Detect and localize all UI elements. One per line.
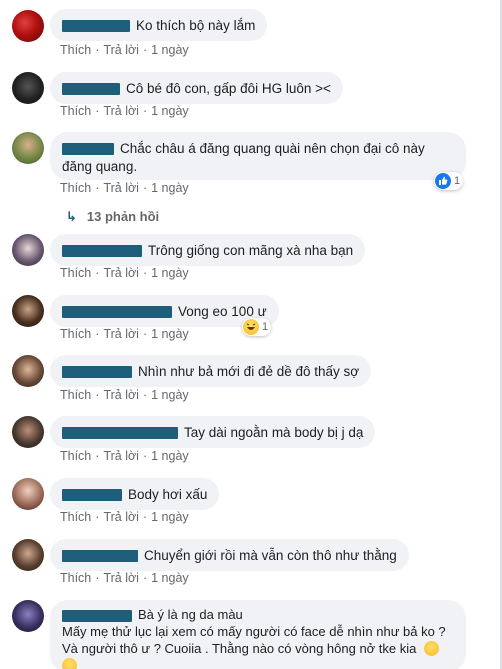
- like-icon: [435, 173, 451, 189]
- reply-link[interactable]: Trả lời: [103, 571, 139, 585]
- comment-text: Trông giống con mãng xà nha bạn: [148, 243, 354, 258]
- comment-actions: Thích · Trả lời · 1 ngày: [60, 571, 189, 585]
- avatar[interactable]: [12, 478, 44, 510]
- like-link[interactable]: Thích: [60, 266, 91, 280]
- comment-bubble: Chắc châu á đăng quang quài nên chọn đại…: [50, 132, 466, 180]
- comment-bubble: Body hơi xấu: [50, 478, 220, 510]
- reply-link[interactable]: Trả lời: [103, 449, 139, 463]
- comment-text: Body hơi xấu: [128, 487, 208, 502]
- like-link[interactable]: Thích: [60, 571, 91, 585]
- reaction-badge[interactable]: 1: [242, 318, 272, 336]
- comment-bubble: Bà ý là ng da màu Mấy mẹ thử lục lại xem…: [50, 600, 466, 669]
- reaction-count: 1: [454, 175, 461, 187]
- tongue-emoji-icon: [424, 641, 440, 656]
- comment-text: Chắc châu á đăng quang quài nên chọn đại…: [120, 141, 425, 156]
- comment-bubble: Nhìn như bả mới đi đẻ dề đô thấy sợ: [50, 355, 372, 387]
- like-link[interactable]: Thích: [60, 104, 91, 118]
- replies-count: 13 phản hồi: [86, 209, 160, 224]
- redacted-name: [62, 550, 138, 563]
- avatar[interactable]: [12, 234, 44, 266]
- timestamp[interactable]: 1 ngày: [151, 104, 189, 118]
- redacted-name: [62, 427, 178, 440]
- comment-actions: Thích · Trả lời · 1 ngày: [60, 104, 189, 118]
- redacted-name: [62, 245, 142, 258]
- comment-actions: Thích · Trả lời · 1 ngày: [60, 388, 189, 402]
- timestamp[interactable]: 1 ngày: [151, 388, 189, 402]
- comment-bubble: Ko thích bộ này lắm: [50, 9, 268, 41]
- avatar[interactable]: [12, 295, 44, 327]
- redacted-name: [62, 366, 132, 379]
- reply-link[interactable]: Trả lời: [103, 181, 139, 195]
- redacted-name: [62, 83, 120, 96]
- reaction-count: 1: [262, 321, 269, 333]
- reply-arrow-icon: ↳: [66, 209, 77, 224]
- comment-text: Nhìn như bả mới đi đẻ dề đô thấy sợ: [138, 364, 360, 379]
- laugh-emoji-icon: [243, 319, 259, 335]
- comment-actions: Thích · Trả lời · 1 ngày: [60, 449, 189, 463]
- comment-text-line-2: đăng quang.: [62, 159, 138, 174]
- avatar[interactable]: [12, 539, 44, 571]
- comment-text: Tay dài ngoằn mà body bị j dạ: [184, 425, 364, 440]
- redacted-name: [62, 609, 132, 622]
- redacted-name: [62, 143, 114, 156]
- comment-actions: Thích · Trả lời · 1 ngày: [60, 181, 189, 195]
- reply-link[interactable]: Trả lời: [103, 104, 139, 118]
- timestamp[interactable]: 1 ngày: [151, 449, 189, 463]
- like-link[interactable]: Thích: [60, 181, 91, 195]
- reply-link[interactable]: Trả lời: [103, 510, 139, 524]
- redacted-name: [62, 306, 172, 319]
- like-link[interactable]: Thích: [60, 510, 91, 524]
- timestamp[interactable]: 1 ngày: [151, 43, 189, 57]
- timestamp[interactable]: 1 ngày: [151, 327, 189, 341]
- reply-link[interactable]: Trả lời: [103, 327, 139, 341]
- like-link[interactable]: Thích: [60, 449, 91, 463]
- redacted-name: [62, 489, 122, 502]
- comment-bubble: Chuyển giới rồi mà vẫn còn thô như thằng: [50, 539, 409, 571]
- timestamp[interactable]: 1 ngày: [151, 181, 189, 195]
- reply-link[interactable]: Trả lời: [103, 43, 139, 57]
- avatar[interactable]: [12, 600, 44, 632]
- avatar[interactable]: [12, 72, 44, 104]
- comment-actions: Thích · Trả lời · 1 ngày: [60, 510, 189, 524]
- comment-actions: Thích · Trả lời · 1 ngày: [60, 266, 189, 280]
- reply-link[interactable]: Trả lời: [103, 388, 139, 402]
- comment-text: Ko thích bộ này lắm: [136, 18, 256, 33]
- timestamp[interactable]: 1 ngày: [151, 571, 189, 585]
- avatar[interactable]: [12, 10, 44, 42]
- like-link[interactable]: Thích: [60, 43, 91, 57]
- comment-text: Bà ý là ng da màu: [138, 607, 243, 622]
- like-link[interactable]: Thích: [60, 327, 91, 341]
- avatar[interactable]: [12, 416, 44, 448]
- comment-text: Vong eo 100 ư: [178, 304, 267, 319]
- comment-text-line-3: Và người thô ư ? Cuoiia . Thằng nào có v…: [62, 641, 417, 656]
- comment-bubble: Trông giống con mãng xà nha bạn: [50, 234, 366, 266]
- like-link[interactable]: Thích: [60, 388, 91, 402]
- reaction-badge[interactable]: 1: [434, 172, 464, 190]
- redacted-name: [62, 20, 130, 33]
- comment-text: Chuyển giới rồi mà vẫn còn thô như thằng: [144, 548, 397, 563]
- comment-bubble: Tay dài ngoằn mà body bị j dạ: [50, 416, 376, 448]
- comment-bubble: Cô bé đô con, gấp đôi HG luôn ><: [50, 72, 343, 104]
- comment-actions: Thích · Trả lời · 1 ngày: [60, 327, 189, 341]
- timestamp[interactable]: 1 ngày: [151, 266, 189, 280]
- view-replies-link[interactable]: ↳ 13 phản hồi: [66, 209, 159, 225]
- comment-actions: Thích · Trả lời · 1 ngày: [60, 43, 189, 57]
- reply-link[interactable]: Trả lời: [103, 266, 139, 280]
- tongue-emoji-icon: [62, 658, 77, 669]
- comment-text: Cô bé đô con, gấp đôi HG luôn ><: [126, 81, 331, 96]
- timestamp[interactable]: 1 ngày: [151, 510, 189, 524]
- avatar[interactable]: [12, 132, 44, 164]
- avatar[interactable]: [12, 355, 44, 387]
- comment-text-line-2: Mấy mẹ thử lục lại xem có mấy người có f…: [62, 624, 446, 639]
